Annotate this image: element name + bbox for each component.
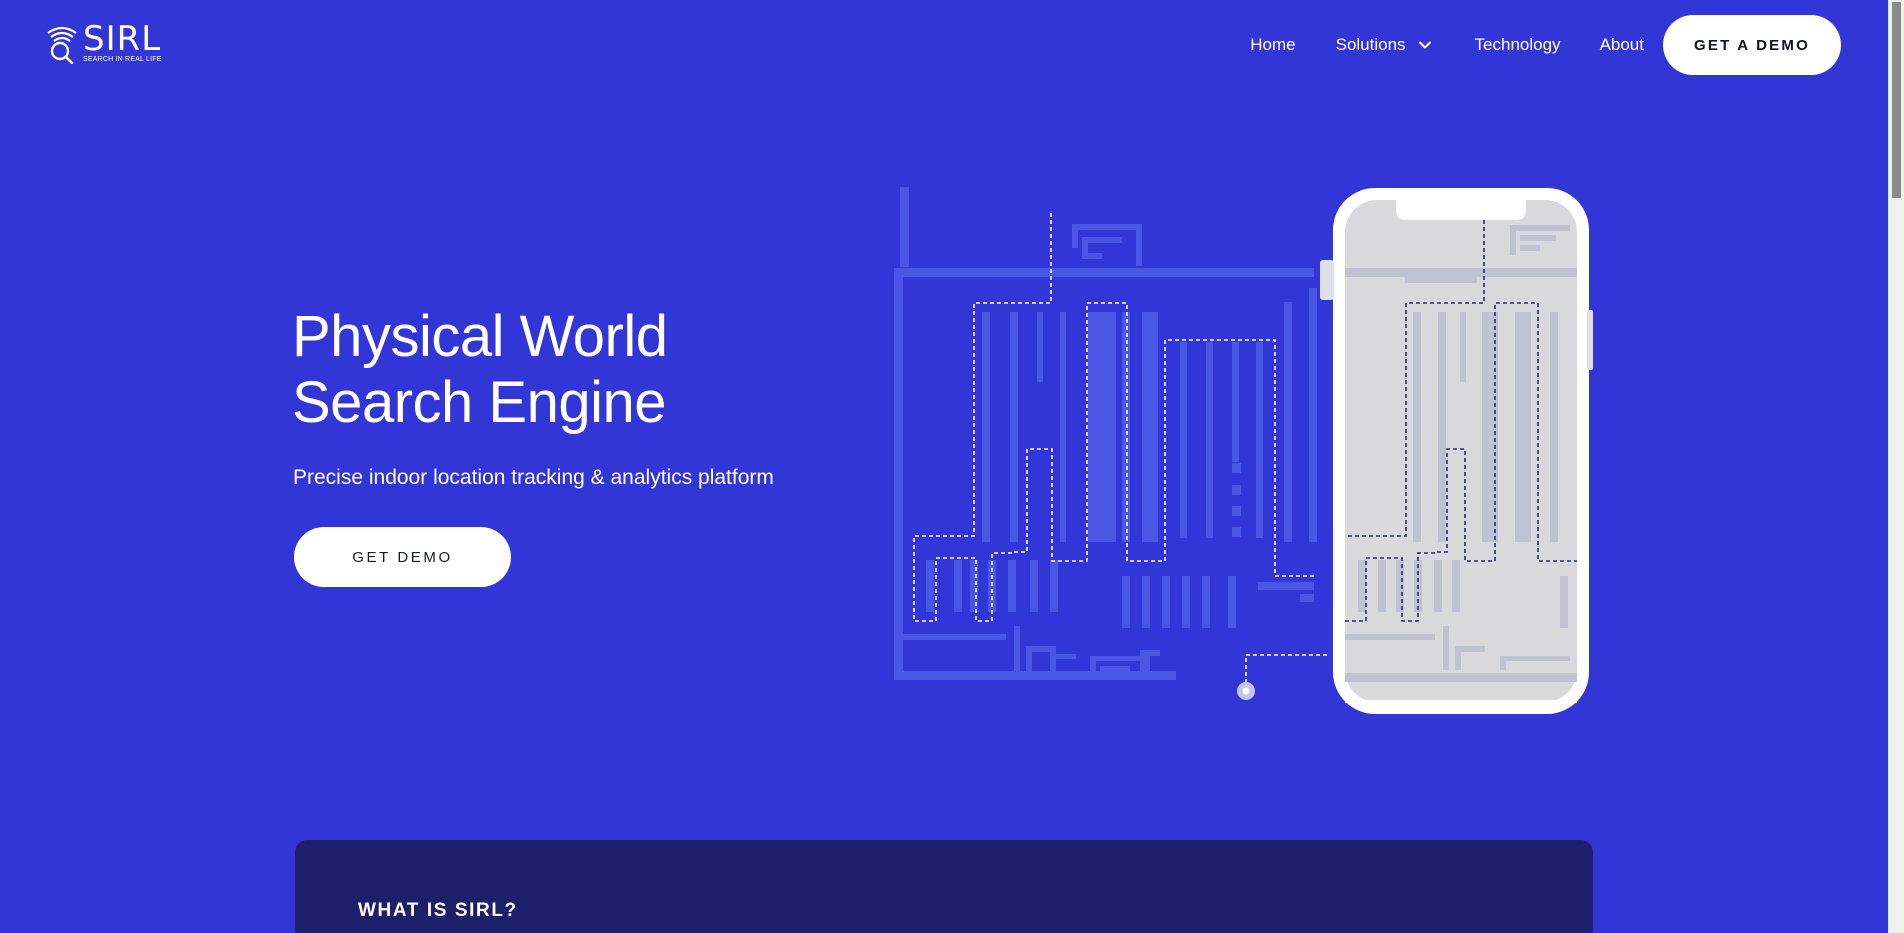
hero-subtitle: Precise indoor location tracking & analy… (293, 466, 774, 489)
nav-solutions-label: Solutions (1335, 35, 1406, 54)
nav-home[interactable]: Home (1250, 35, 1295, 55)
hero-title-line-2: Search Engine (292, 370, 666, 435)
nav-about[interactable]: About (1600, 35, 1644, 55)
chevron-down-icon (1418, 41, 1431, 49)
page: SIRL SEARCH IN REAL LIFE Home Solutions … (0, 0, 1904, 933)
get-demo-button[interactable]: GET DEMO (294, 527, 511, 587)
hero-title-line-1: Physical World (292, 304, 668, 369)
logo-tagline: SEARCH IN REAL LIFE (83, 56, 162, 63)
hero-title: Physical World Search Engine (292, 304, 668, 436)
logo-link[interactable]: SIRL SEARCH IN REAL LIFE (45, 19, 162, 64)
what-is-title: WHAT IS SIRL? (358, 900, 518, 921)
floor-plan-phone-illustration (894, 187, 1593, 714)
scrollbar-thumb[interactable] (1892, 2, 1901, 198)
page-scrollbar[interactable] (1888, 0, 1904, 933)
main-nav: Home Solutions Technology About GET A DE… (1250, 15, 1841, 75)
what-is-section: WHAT IS SIRL? (295, 840, 1593, 933)
sirl-logo-icon (47, 26, 77, 64)
get-a-demo-button[interactable]: GET A DEMO (1663, 15, 1841, 75)
floor-plan (894, 187, 1317, 680)
nav-solutions[interactable]: Solutions (1336, 35, 1432, 55)
logo-word: SIRL (83, 19, 162, 59)
phone-mockup (1320, 188, 1593, 714)
logo-text: SIRL SEARCH IN REAL LIFE (83, 19, 162, 64)
route-to-pin (1245, 654, 1327, 689)
nav-technology[interactable]: Technology (1475, 35, 1561, 55)
